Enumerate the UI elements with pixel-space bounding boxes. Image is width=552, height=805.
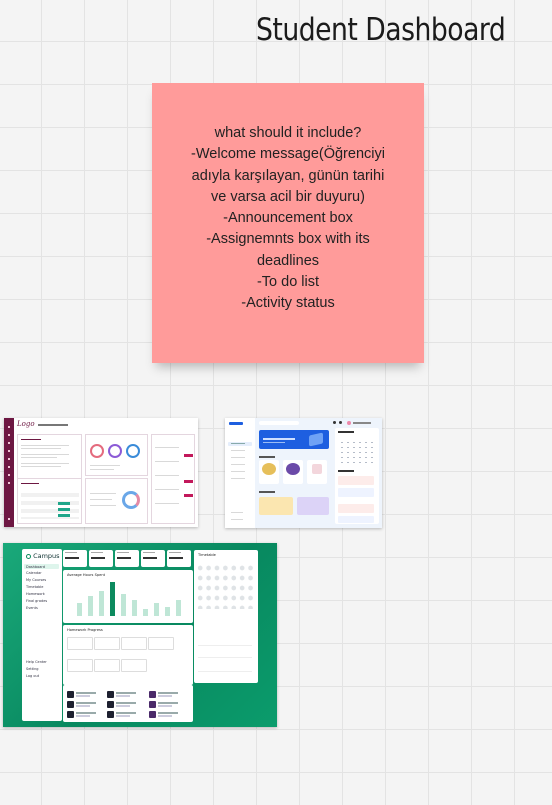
homework-progress-panel: Homework Progress (63, 625, 193, 685)
timetable-title: Timetable (198, 553, 216, 557)
board-title: Student Dashboard (256, 12, 506, 48)
stat-card (89, 550, 113, 567)
sticky-line: -Announcement box (223, 210, 353, 227)
recent-panel (63, 685, 193, 722)
chart-bar (99, 591, 104, 616)
menu-item-dashboard[interactable]: Dashboard (26, 565, 45, 569)
course-card[interactable] (259, 460, 279, 484)
sticky-line: -Assignemnts box with its (206, 231, 370, 248)
sticky-line: -To do list (256, 274, 320, 291)
timetable-grid (196, 563, 256, 609)
course-card[interactable] (307, 460, 327, 484)
activity-card[interactable] (297, 497, 329, 515)
chart-bar (77, 603, 82, 616)
homework-progress-title: Homework Progress (67, 628, 103, 632)
campus-logo-text: Campus (33, 552, 60, 560)
dashboard-screenshot-1[interactable]: Logo (4, 418, 198, 527)
stats-card (85, 434, 148, 476)
stat-card (115, 550, 139, 567)
sidebar (4, 418, 14, 527)
todo-card (151, 434, 195, 524)
sticky-note[interactable]: what should it include? -Welcome message… (152, 83, 424, 363)
menu-item-calendar[interactable]: Calendar (26, 571, 42, 575)
list-item[interactable] (107, 701, 147, 708)
chart-bar (154, 603, 159, 616)
sticky-line: -Activity status (241, 295, 335, 312)
search-input[interactable] (259, 421, 299, 425)
dashboard-screenshot-3[interactable]: Campus Dashboard Calendar My Courses Tim… (3, 543, 277, 727)
stat-card (63, 550, 87, 567)
chart-bar (121, 594, 126, 616)
header-title (38, 424, 68, 426)
chart-bar (143, 609, 148, 616)
list-item[interactable] (149, 711, 189, 718)
hours-chart-plot (73, 580, 185, 616)
dashboard-screenshot-2[interactable] (225, 418, 382, 528)
section-title (259, 491, 275, 493)
course-card[interactable] (283, 460, 303, 484)
list-item[interactable] (67, 711, 107, 718)
stat-card (167, 550, 191, 567)
menu-item-my-courses[interactable]: My Courses (26, 578, 46, 582)
chart-bar (165, 607, 170, 616)
assignments-card (17, 478, 82, 524)
menu-item-log-out[interactable]: Log out (26, 674, 39, 678)
menu-item-homework[interactable]: Homework (26, 592, 45, 596)
header-icons (333, 421, 379, 425)
menu-item-help-center[interactable]: Help Center (26, 660, 47, 664)
sticky-line: -Welcome message(Öğrenciyi (191, 146, 385, 163)
sticky-line: what should it include? (214, 125, 362, 141)
list-item[interactable] (107, 711, 147, 718)
list-item[interactable] (67, 701, 107, 708)
sidebar (225, 418, 255, 528)
chart-bar (132, 600, 137, 616)
progress-card (85, 478, 148, 524)
list-item[interactable] (67, 691, 107, 698)
menu-item-setting[interactable]: Setting (26, 667, 39, 671)
hours-chart-title: Average Hours Spent (67, 573, 106, 577)
logo: Logo (17, 420, 35, 428)
list-item[interactable] (107, 691, 147, 698)
section-title (259, 456, 275, 458)
menu-item-events[interactable]: Events (26, 606, 38, 610)
campus-logo: Campus (26, 552, 60, 560)
sticky-line: ve varsa acil bir duyuru) (211, 188, 365, 205)
list-item[interactable] (149, 701, 189, 708)
welcome-banner (259, 430, 329, 449)
chart-bar (110, 582, 115, 616)
calendar-grid (339, 440, 375, 464)
sticky-line: deadlines (256, 252, 320, 269)
sticky-line: adıyla karşılayan, günün tarihi (191, 167, 385, 184)
chart-bar (88, 596, 93, 616)
chart-bar (176, 600, 181, 616)
list-item[interactable] (149, 691, 189, 698)
hours-chart-panel: Average Hours Spent (63, 570, 193, 623)
menu-item-timetable[interactable]: Timetable (26, 585, 43, 589)
menu-item-final-grades[interactable]: Final grades (26, 599, 47, 603)
campus-logo-icon (26, 554, 31, 559)
stat-card (141, 550, 165, 567)
activity-card[interactable] (259, 497, 293, 515)
